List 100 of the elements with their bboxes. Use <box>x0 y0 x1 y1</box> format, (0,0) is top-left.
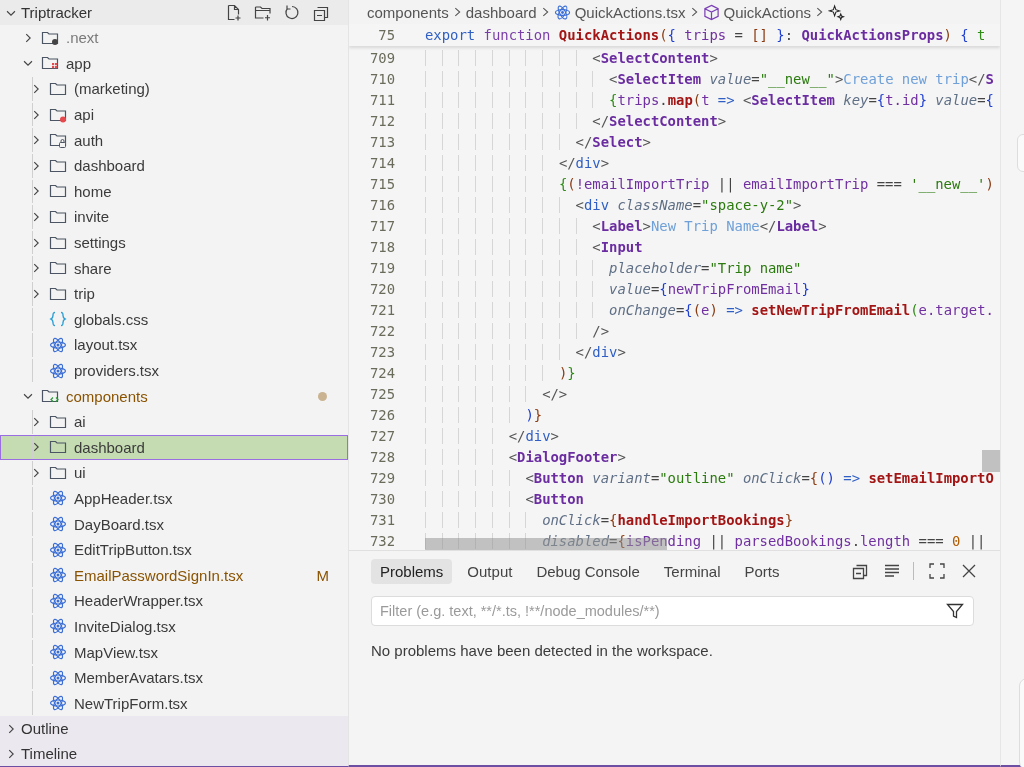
line-number: 726 <box>368 406 395 423</box>
tree-item[interactable]: .next <box>0 25 348 51</box>
code-line: {trips.map(t => <SelectItem key={t.id} value={ <box>425 91 994 108</box>
close-icon[interactable] <box>960 562 978 580</box>
new-file-icon[interactable] <box>225 3 243 22</box>
collapse-all-icon[interactable] <box>851 562 869 580</box>
tree-item[interactable]: dashboard <box>0 152 348 179</box>
tree-item[interactable]: components <box>0 383 348 409</box>
chevron-right-icon <box>815 5 825 19</box>
code-line: )} <box>425 406 543 423</box>
code-line: disabled={isPending || parsedBookings.length === 0 || <box>425 532 986 549</box>
tree-item[interactable]: home <box>0 178 348 205</box>
maximize-icon[interactable] <box>928 562 946 580</box>
tree-item[interactable]: app <box>0 50 348 77</box>
panel-tab[interactable]: Ports <box>735 558 789 584</box>
tree-item[interactable]: ai <box>0 408 348 435</box>
code-line: export function QuickActions({ trips = [] }: QuickActionsProps) { t <box>425 27 986 43</box>
code-line: </Select> <box>425 133 651 150</box>
tree-item[interactable]: MapView.tsx <box>0 639 348 665</box>
code-line: placeholder="Trip name" <box>425 259 802 276</box>
tree-item[interactable]: MemberAvatars.tsx <box>0 664 348 691</box>
tree-item[interactable]: invite <box>0 204 348 230</box>
tree-item[interactable]: AppHeader.tsx <box>0 485 348 512</box>
code-line: </SelectContent> <box>425 112 727 129</box>
code-line: </> <box>425 385 568 402</box>
code-line: value={newTripFromEmail} <box>425 280 810 297</box>
line-number: 725 <box>368 385 395 402</box>
tree-item[interactable]: api <box>0 101 348 128</box>
breadcrumb-item[interactable]: QuickActions <box>723 3 812 21</box>
code-line: /> <box>425 322 610 339</box>
filter-icon[interactable] <box>946 602 964 620</box>
code-line: <Label>New Trip Name</Label> <box>425 217 827 234</box>
tree-item[interactable]: EditTripButton.tsx <box>0 536 348 563</box>
tree-item[interactable]: settings <box>0 229 348 256</box>
tree-item[interactable]: globals.css <box>0 306 348 333</box>
line-number: 718 <box>368 238 395 255</box>
line-number: 731 <box>368 511 395 528</box>
tree-item[interactable]: HeaderWrapper.tsx <box>0 588 348 614</box>
filter-field[interactable]: Filter (e.g. text, **/*.ts, !**/node_modules/**) <box>371 596 974 626</box>
folder-icon <box>49 131 67 150</box>
atom-icon <box>49 335 67 354</box>
breadcrumb-item[interactable]: dashboard <box>465 3 537 21</box>
line-number: 729 <box>368 469 395 486</box>
section-header[interactable]: Timeline <box>0 741 348 767</box>
modified-dot <box>318 391 327 401</box>
panel-tab[interactable]: Terminal <box>654 558 730 584</box>
tree-item[interactable]: (marketing) <box>0 76 348 102</box>
chevron-right-icon <box>540 5 550 19</box>
cube-icon <box>702 3 720 21</box>
scrollbar-thumb[interactable] <box>982 450 1000 472</box>
tree-item[interactable]: providers.tsx <box>0 357 348 384</box>
section-header[interactable]: Outline <box>0 716 348 742</box>
atom-icon <box>49 489 67 508</box>
git-status-label: M <box>316 566 329 584</box>
sparkle-icon[interactable] <box>828 3 846 21</box>
code-line: <Button variant="outline" onClick={() => setEmailImportO <box>425 469 994 486</box>
panel-tab[interactable]: Problems <box>371 558 453 584</box>
tree-item[interactable]: NewTripForm.tsx <box>0 690 348 717</box>
line-number: 727 <box>368 427 395 444</box>
tree-item[interactable]: InviteDialog.tsx <box>0 613 348 640</box>
tree-item[interactable]: DayBoard.tsx <box>0 511 348 537</box>
breadcrumb-item[interactable]: components <box>367 3 449 21</box>
panel-tab[interactable]: Output <box>458 558 522 584</box>
tree-item[interactable]: layout.tsx <box>0 332 348 358</box>
line-number: 717 <box>368 217 395 234</box>
code-line: <div className="space-y-2"> <box>425 196 802 213</box>
code-line: onChange={(e) => setNewTripFromEmail(e.target. <box>425 301 994 318</box>
atom-icon <box>49 515 67 534</box>
tree-item[interactable]: ui <box>0 460 348 486</box>
line-number: 721 <box>368 301 395 318</box>
line-number: 714 <box>368 154 395 171</box>
atom-icon <box>553 3 571 21</box>
atom-icon <box>49 694 67 713</box>
tree-item[interactable]: EmailPasswordSignIn.tsx M <box>0 562 348 589</box>
code-line: {(!emailImportTrip || emailImportTrip === '__new__') <box>425 175 994 192</box>
atom-icon <box>49 591 67 610</box>
line-number: 732 <box>368 532 395 549</box>
line-number: 712 <box>368 112 395 129</box>
panel-tab[interactable]: Debug Console <box>527 558 649 584</box>
line-number: 709 <box>368 49 395 66</box>
refresh-icon[interactable] <box>283 3 301 22</box>
word-wrap-icon[interactable] <box>883 562 901 580</box>
code-line: <SelectContent> <box>425 49 718 66</box>
line-number: 715 <box>368 175 395 192</box>
tree-item[interactable]: dashboard <box>0 434 348 461</box>
tree-item[interactable]: trip <box>0 280 348 307</box>
new-folder-icon[interactable] <box>254 3 272 22</box>
line-number: 728 <box>368 448 395 465</box>
code-line: onClick={handleImportBookings} <box>425 511 794 528</box>
tree-item[interactable]: auth <box>0 127 348 153</box>
chevron-right-icon <box>689 5 699 19</box>
code-line: </div> <box>425 427 559 444</box>
tree-item[interactable]: share <box>0 255 348 281</box>
code-line: <Input <box>425 238 643 255</box>
atom-icon <box>49 668 67 687</box>
atom-icon <box>49 643 67 662</box>
breadcrumb-item[interactable]: QuickActions.tsx <box>574 3 686 21</box>
code-line: <SelectItem value="__new__">Create new trip</S <box>425 70 994 87</box>
code-line: <DialogFooter> <box>425 448 626 465</box>
atom-icon <box>49 361 67 380</box>
